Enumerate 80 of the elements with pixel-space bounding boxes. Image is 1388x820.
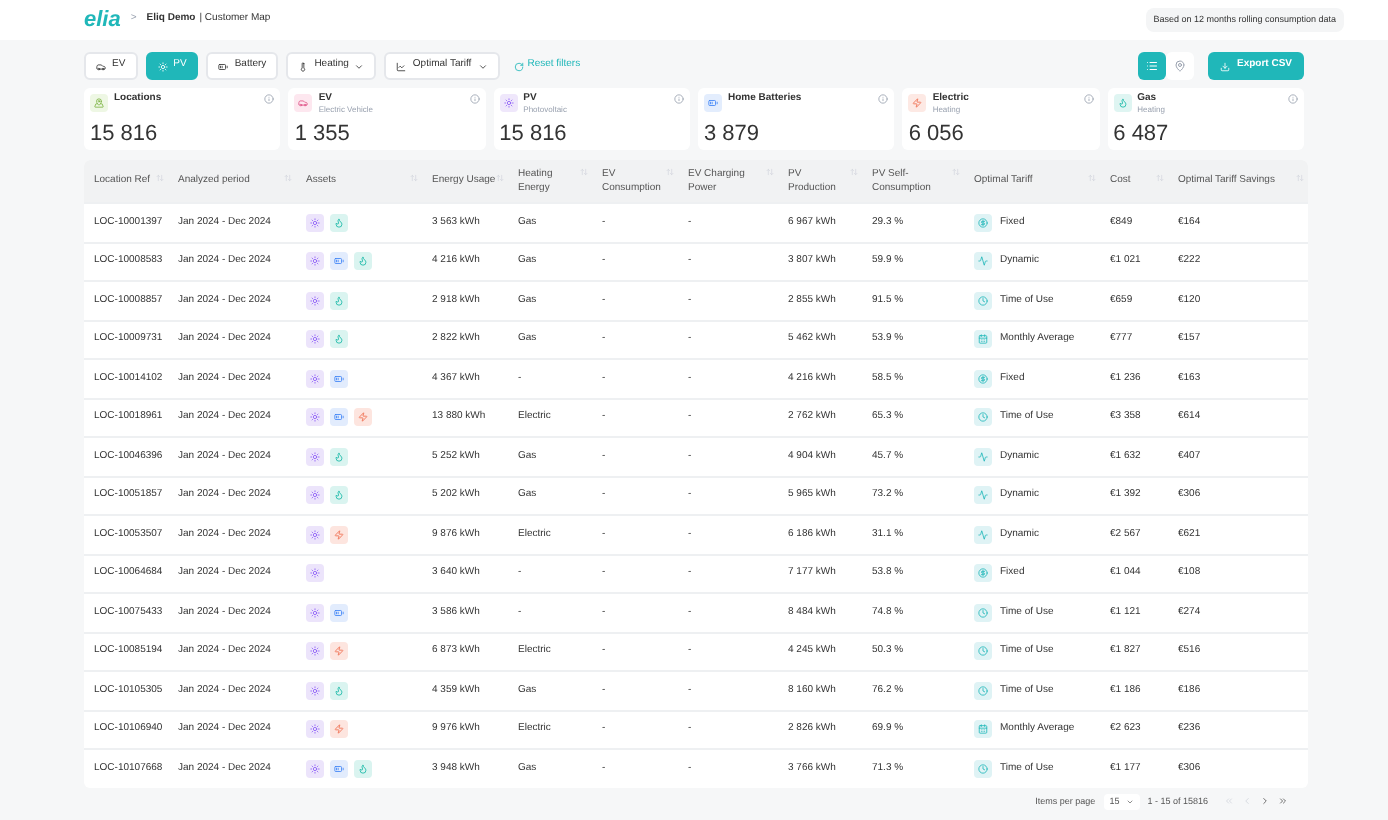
info-icon[interactable]: [1287, 94, 1298, 104]
download-icon: [1220, 61, 1231, 71]
sun-icon: [306, 291, 324, 310]
reset-icon: [513, 61, 524, 71]
sun-icon: [306, 720, 324, 739]
sun-icon: [306, 525, 324, 544]
battery-icon: [703, 94, 722, 112]
sun-icon: [306, 330, 324, 349]
flame-icon: [330, 213, 348, 232]
sun-icon: [306, 486, 324, 505]
pulse-icon: [974, 486, 992, 505]
car-icon: [294, 94, 313, 112]
caret-icon: [354, 61, 365, 71]
stat-value: 15 816: [499, 122, 569, 148]
pulse-icon: [974, 525, 992, 544]
clock-icon: [974, 642, 992, 661]
sun-icon: [306, 564, 324, 583]
map-pin-icon: [1174, 60, 1187, 72]
coin-icon: [974, 369, 992, 388]
stat-value: 6 487: [1113, 122, 1171, 148]
thermometer-icon: [298, 61, 309, 71]
list-icon: [1146, 60, 1159, 72]
battery-icon: [330, 408, 348, 427]
sun-icon: [306, 603, 324, 622]
lightning-icon: [908, 94, 927, 112]
car-icon: [96, 61, 106, 71]
stat-value: 6 056: [908, 122, 966, 148]
clock-icon: [974, 759, 992, 778]
pulse-icon: [974, 447, 992, 466]
stat-value: 15 816: [90, 122, 160, 148]
battery-icon: [218, 61, 229, 71]
flame-icon: [330, 330, 348, 349]
next-page-icon[interactable]: [1260, 796, 1270, 807]
sun-icon: [306, 681, 324, 700]
view-toggle-button[interactable]: [1138, 52, 1167, 80]
battery-icon: [330, 252, 348, 271]
coin-icon: [974, 213, 992, 232]
sun-icon: [306, 642, 324, 661]
clock-icon: [974, 291, 992, 310]
battery-icon: [330, 603, 348, 622]
sun-icon: [306, 252, 324, 271]
clock-icon: [974, 408, 992, 427]
sun-icon: [306, 369, 324, 388]
info-icon[interactable]: [673, 94, 684, 104]
clock-icon: [974, 681, 992, 700]
info-icon[interactable]: [469, 94, 480, 104]
calendar-icon: [974, 330, 992, 349]
pulse-icon: [974, 252, 992, 271]
sun-icon: [306, 408, 324, 427]
clock-icon: [974, 603, 992, 622]
flame-icon: [330, 291, 348, 310]
chart-icon: [396, 61, 407, 71]
info-icon[interactable]: [878, 94, 889, 104]
flame-icon: [1113, 94, 1132, 112]
coin-icon: [974, 564, 992, 583]
info-icon[interactable]: [264, 94, 275, 104]
flame-icon: [330, 447, 348, 466]
sun-icon: [157, 61, 168, 71]
caret-icon: [477, 61, 488, 71]
lightning-icon: [330, 525, 348, 544]
flame-icon: [330, 486, 348, 505]
map-icon: [90, 94, 108, 112]
lightning-icon: [330, 642, 348, 661]
stat-value: 3 879: [703, 122, 762, 148]
battery-icon: [330, 369, 348, 388]
lightning-icon: [330, 720, 348, 739]
sun-icon: [499, 94, 518, 112]
battery-icon: [330, 759, 348, 778]
view-toggle-button[interactable]: [1166, 52, 1195, 80]
sun-icon: [306, 213, 324, 232]
stat-value: 1 355: [294, 122, 352, 148]
flame-icon: [354, 252, 372, 271]
last-page-icon[interactable]: [1278, 796, 1288, 807]
flame-icon: [330, 681, 348, 700]
sun-icon: [306, 759, 324, 778]
lightning-icon: [354, 408, 372, 427]
calendar-icon: [974, 720, 992, 739]
info-icon[interactable]: [1083, 94, 1094, 104]
flame-icon: [354, 759, 372, 778]
sun-icon: [306, 447, 324, 466]
